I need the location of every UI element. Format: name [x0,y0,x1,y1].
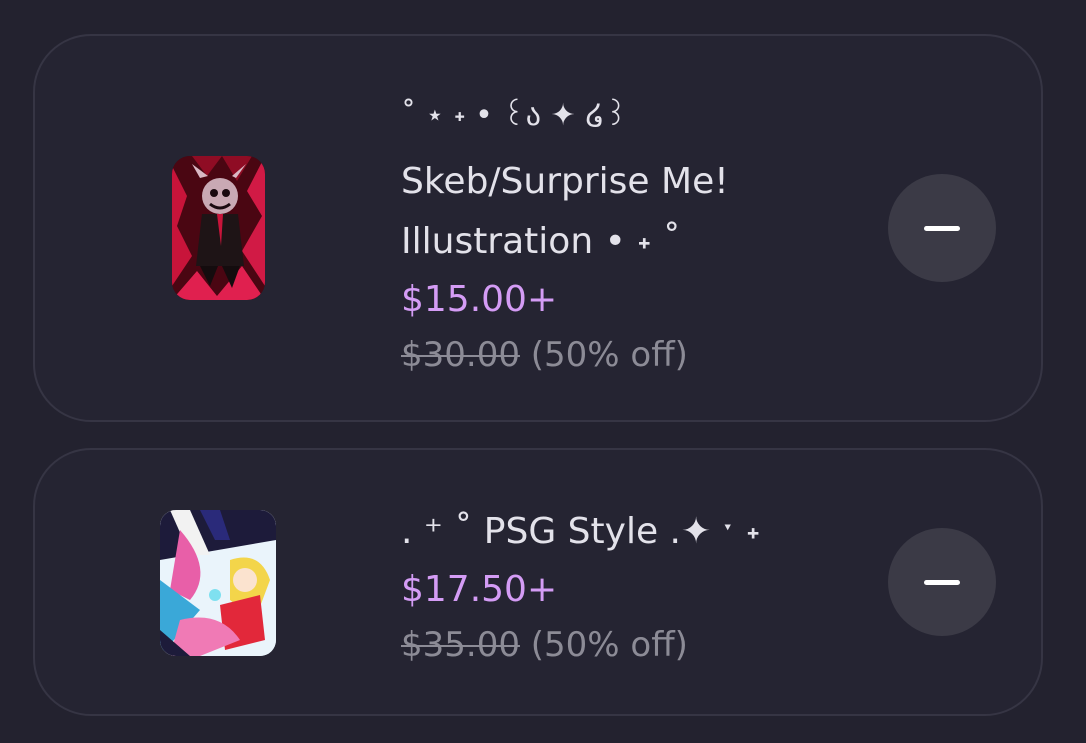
item-title-decoration: ˚ ⋆ ˖ • ꒰ა ✦ ໒꒱ [401,98,628,133]
remove-item-button[interactable] [888,174,996,282]
product-thumbnail-art [160,510,276,656]
product-thumbnail-art [172,156,265,300]
item-title[interactable]: Skeb/Surprise Me! Illustration • ˖ ˚ [401,152,871,272]
item-info: . ⁺ ˚ PSG Style .✦ ˑ ˖ $17.50+ $35.00 (5… [401,502,871,672]
cart-item: . ⁺ ˚ PSG Style .✦ ˑ ˖ $17.50+ $35.00 (5… [33,448,1043,716]
discount-label: (50% off) [530,335,688,375]
cart-item: ˚ ⋆ ˖ • ꒰ა ✦ ໒꒱ Skeb/Surprise Me! Illust… [33,34,1043,422]
item-price: $15.00+ [401,279,558,320]
item-price: $17.50+ [401,569,558,610]
product-thumbnail[interactable] [160,510,276,656]
item-title[interactable]: . ⁺ ˚ PSG Style .✦ ˑ ˖ [401,502,871,562]
original-price-row: $30.00 (50% off) [401,328,871,382]
discount-label: (50% off) [530,625,688,665]
original-price: $30.00 [401,335,520,375]
product-thumbnail[interactable] [172,156,265,300]
item-info: ˚ ⋆ ˖ • ꒰ა ✦ ໒꒱ Skeb/Surprise Me! Illust… [401,80,871,382]
remove-item-button[interactable] [888,528,996,636]
minus-icon [924,225,960,231]
original-price: $35.00 [401,625,520,665]
original-price-row: $35.00 (50% off) [401,618,871,672]
minus-icon [924,579,960,585]
